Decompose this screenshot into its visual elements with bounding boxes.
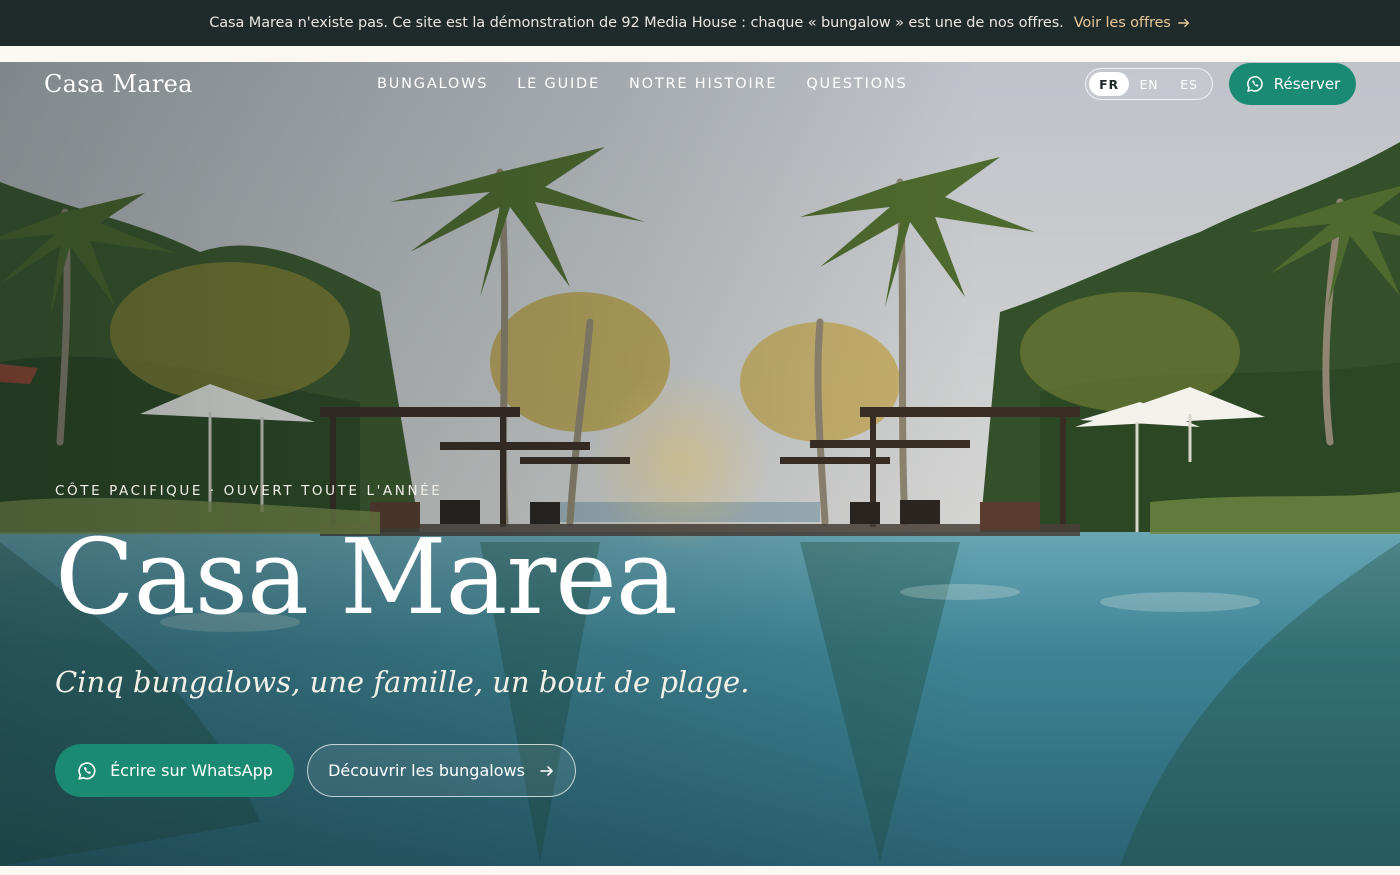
whatsapp-icon bbox=[1246, 76, 1263, 92]
view-offers-link[interactable]: Voir les offres bbox=[1074, 15, 1191, 31]
arrow-right-icon bbox=[540, 765, 553, 776]
whatsapp-button-label: Écrire sur WhatsApp bbox=[110, 761, 273, 780]
reserve-button[interactable]: Réserver bbox=[1229, 63, 1356, 105]
arrow-right-icon bbox=[1177, 18, 1189, 28]
lang-fr[interactable]: FR bbox=[1089, 72, 1129, 96]
banner-spacer bbox=[0, 46, 1400, 62]
lang-es[interactable]: ES bbox=[1169, 72, 1209, 96]
discover-bungalows-label: Découvrir les bungalows bbox=[328, 761, 525, 780]
discover-bungalows-button[interactable]: Découvrir les bungalows bbox=[307, 744, 576, 797]
page-bottom-edge bbox=[0, 866, 1400, 875]
view-offers-label: Voir les offres bbox=[1073, 15, 1171, 31]
banner-message: Casa Marea n'existe pas. Ce site est la … bbox=[209, 15, 1064, 31]
whatsapp-icon bbox=[78, 761, 96, 780]
nav-item-bungalows[interactable]: BUNGALOWS bbox=[377, 76, 488, 92]
nav-item-notre-histoire[interactable]: NOTRE HISTOIRE bbox=[629, 76, 777, 92]
nav-item-questions[interactable]: QUESTIONS bbox=[806, 76, 907, 92]
language-switcher: FR EN ES bbox=[1085, 68, 1213, 100]
lang-en[interactable]: EN bbox=[1129, 72, 1169, 96]
reserve-label: Réserver bbox=[1273, 75, 1341, 93]
site-logo[interactable]: Casa Marea bbox=[44, 70, 193, 98]
hero-subtitle: Cinq bungalows, une famille, un bout de … bbox=[55, 665, 750, 699]
main-nav: BUNGALOWS LE GUIDE NOTRE HISTOIRE QUESTI… bbox=[377, 76, 908, 92]
announcement-banner: Casa Marea n'existe pas. Ce site est la … bbox=[0, 0, 1400, 46]
nav-item-le-guide[interactable]: LE GUIDE bbox=[517, 76, 600, 92]
hero-eyebrow: CÔTE PACIFIQUE · OUVERT TOUTE L'ANNÉE bbox=[55, 483, 443, 499]
whatsapp-button[interactable]: Écrire sur WhatsApp bbox=[55, 744, 294, 797]
hero-title: Casa Marea bbox=[55, 516, 678, 638]
